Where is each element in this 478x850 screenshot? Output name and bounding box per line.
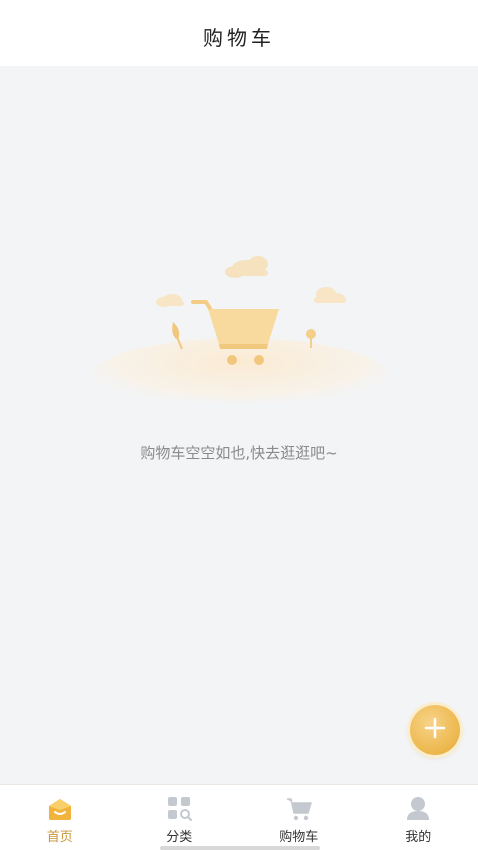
empty-cart-message: 购物车空空如也,快去逛逛吧~: [140, 444, 338, 462]
user-icon: [407, 797, 430, 820]
tab-category[interactable]: 分类: [120, 785, 240, 850]
tab-profile-label: 我的: [405, 830, 432, 845]
tab-cart-label: 购物车: [279, 830, 319, 845]
empty-cart-illustration: [80, 252, 400, 418]
page-title: 购物车: [203, 25, 275, 50]
bottom-tab-bar: 首页 分类 购物车 我的: [0, 784, 478, 850]
category-icon: [168, 797, 193, 821]
home-indicator: [160, 846, 320, 850]
plus-icon: [423, 716, 447, 744]
tab-cart[interactable]: 购物车: [239, 785, 359, 850]
add-button[interactable]: [410, 705, 460, 755]
tab-home-label: 首页: [46, 830, 73, 845]
main-content: 购物车空空如也,快去逛逛吧~: [0, 66, 478, 784]
home-icon: [48, 799, 71, 820]
cart-icon: [286, 798, 312, 821]
page-header: 购物车: [0, 0, 478, 66]
tab-home[interactable]: 首页: [0, 785, 120, 850]
tab-profile[interactable]: 我的: [359, 785, 478, 850]
tab-category-label: 分类: [166, 830, 193, 845]
